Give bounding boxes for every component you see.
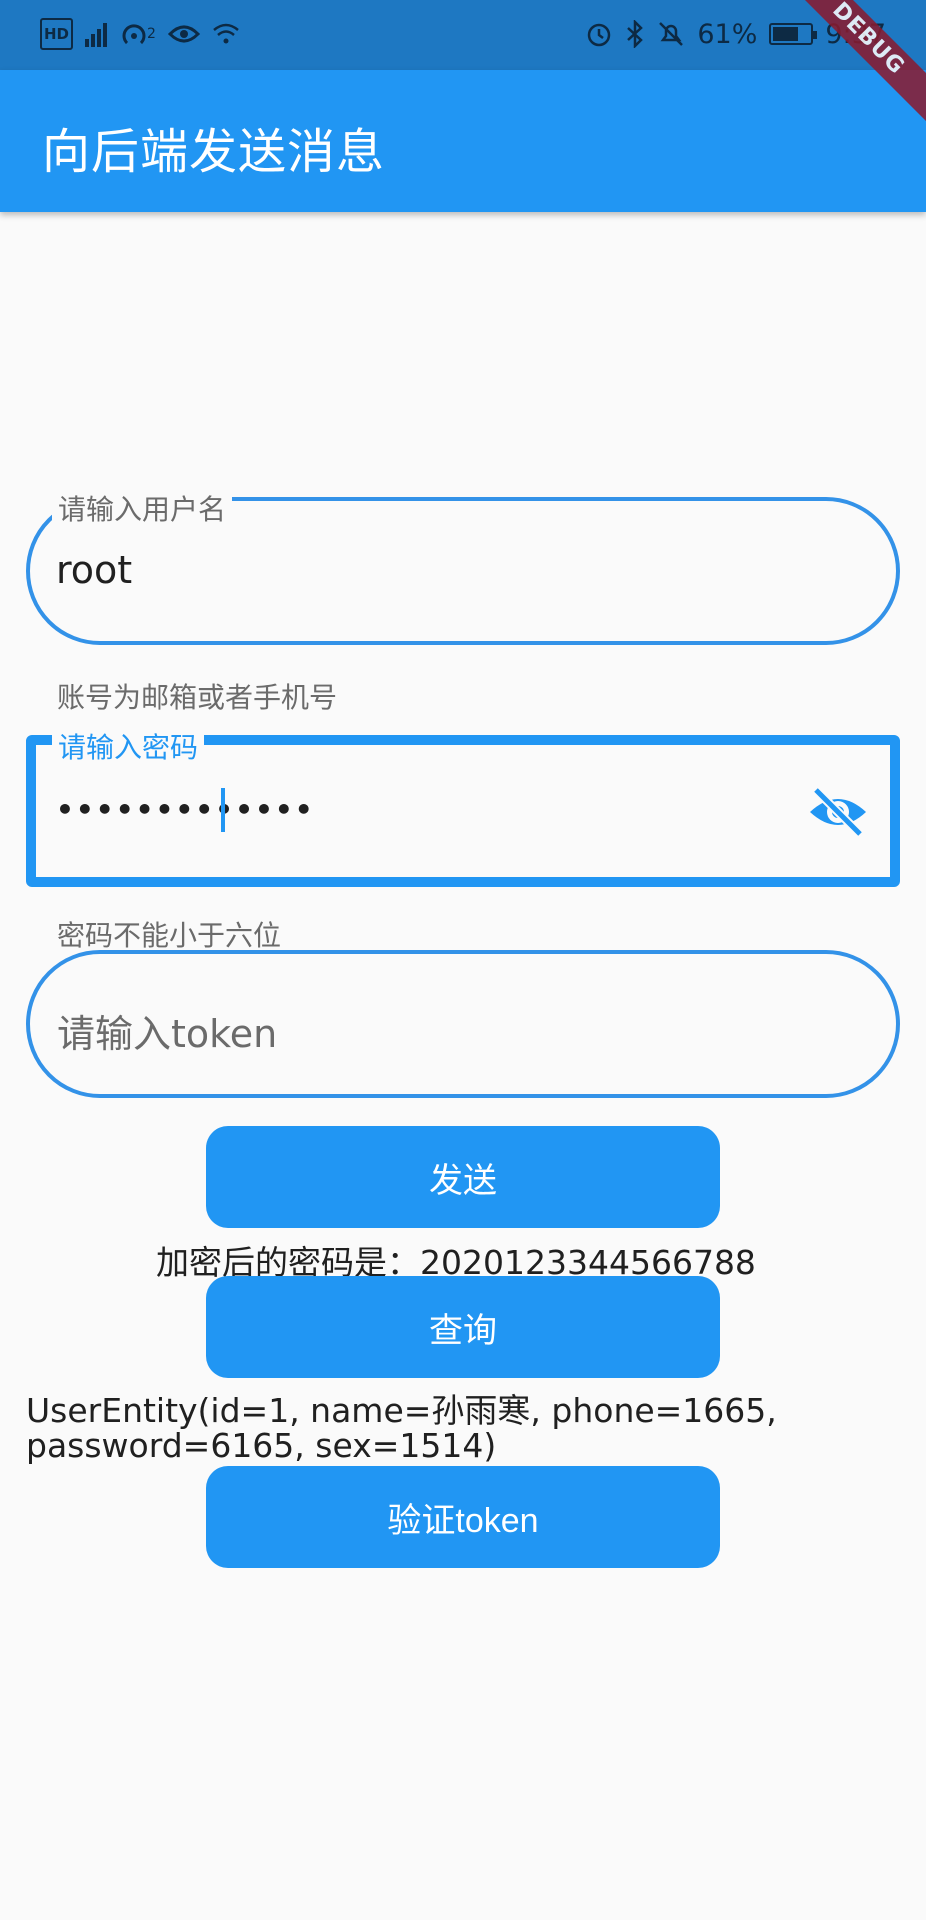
- battery-percent: 61%: [697, 18, 758, 50]
- password-input[interactable]: •••••••••••••: [56, 793, 315, 826]
- mute-icon: [657, 18, 685, 50]
- password-helper-text: 密码不能小于六位: [57, 919, 282, 952]
- verify-token-button[interactable]: 验证token: [206, 1466, 720, 1568]
- password-label: 请输入密码: [52, 726, 205, 766]
- signal-icon: [85, 18, 108, 50]
- visibility-off-icon[interactable]: [806, 784, 870, 840]
- hotspot-icon: 2: [119, 18, 156, 50]
- username-input[interactable]: root: [56, 548, 132, 592]
- eye-comfort-icon: [167, 18, 200, 50]
- alarm-icon: [585, 18, 613, 50]
- page-title: 向后端发送消息: [42, 124, 386, 180]
- user-entity-text-line2: password=6165, sex=1514): [26, 1426, 497, 1465]
- status-bar: HD 2 61% 9:37: [0, 0, 926, 70]
- token-input[interactable]: 请输入token: [57, 1003, 277, 1058]
- bluetooth-icon: [625, 18, 645, 50]
- query-button[interactable]: 查询: [206, 1276, 720, 1378]
- user-entity-text-line1: UserEntity(id=1, name=孙雨寒, phone=1665,: [26, 1391, 777, 1430]
- wifi-icon: [212, 18, 240, 50]
- hotspot-count: 2: [147, 26, 156, 42]
- send-button[interactable]: 发送: [206, 1126, 720, 1228]
- text-cursor: [221, 788, 225, 832]
- username-helper-text: 账号为邮箱或者手机号: [57, 681, 338, 714]
- hd-icon: HD: [40, 18, 74, 50]
- app-bar: 向后端发送消息: [0, 70, 926, 212]
- battery-icon: [769, 18, 818, 50]
- username-label: 请输入用户名: [52, 488, 233, 528]
